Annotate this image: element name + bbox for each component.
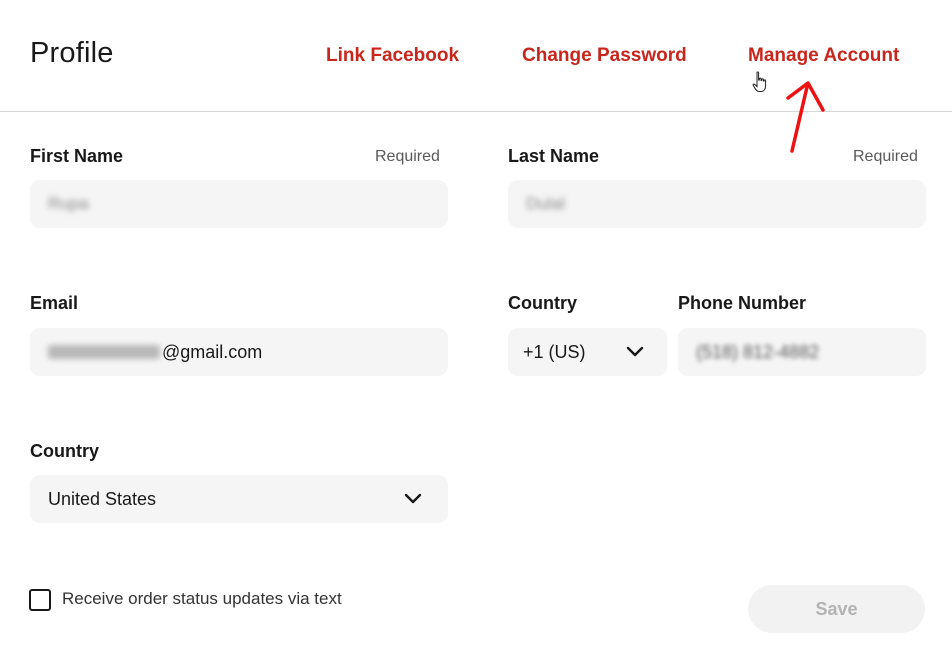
first-name-value: Rupa <box>48 194 89 213</box>
last-name-input[interactable]: Dulal <box>508 180 926 228</box>
page-title: Profile <box>30 37 114 69</box>
country-select[interactable]: United States <box>30 475 448 523</box>
country-label: Country <box>30 441 99 461</box>
save-button[interactable]: Save <box>748 585 925 633</box>
profile-header: Profile Link Facebook Change Password Ma… <box>0 0 952 153</box>
last-name-required: Required <box>853 148 918 165</box>
email-domain: @gmail.com <box>162 341 263 362</box>
last-name-value: Dulal <box>526 194 565 213</box>
first-name-label: First Name <box>30 146 124 166</box>
hand-pointer-icon <box>752 71 767 92</box>
email-redacted <box>48 345 160 359</box>
phone-country-value: +1 (US) <box>523 341 586 362</box>
email-label: Email <box>30 293 79 313</box>
link-facebook-link[interactable]: Link Facebook <box>326 45 459 67</box>
chevron-down-icon <box>404 493 422 504</box>
change-password-link[interactable]: Change Password <box>522 45 687 67</box>
phone-number-value: (518) 812-4882 <box>696 341 820 362</box>
phone-number-input[interactable]: (518) 812-4882 <box>678 328 926 376</box>
first-name-required: Required <box>375 148 440 165</box>
manage-account-link[interactable]: Manage Account <box>748 45 899 67</box>
chevron-down-icon <box>626 346 644 357</box>
country-value: United States <box>48 488 157 509</box>
phone-country-select[interactable]: +1 (US) <box>508 328 667 376</box>
first-name-input[interactable]: Rupa <box>30 180 448 228</box>
last-name-label: Last Name <box>508 146 600 166</box>
phone-country-label: Country <box>508 293 577 313</box>
email-input[interactable]: @gmail.com <box>30 328 448 376</box>
sms-opt-in-label: Receive order status updates via text <box>62 589 342 608</box>
annotation-arrow-icon <box>786 81 825 153</box>
phone-number-label: Phone Number <box>678 293 807 313</box>
sms-opt-in-checkbox[interactable] <box>29 589 51 611</box>
